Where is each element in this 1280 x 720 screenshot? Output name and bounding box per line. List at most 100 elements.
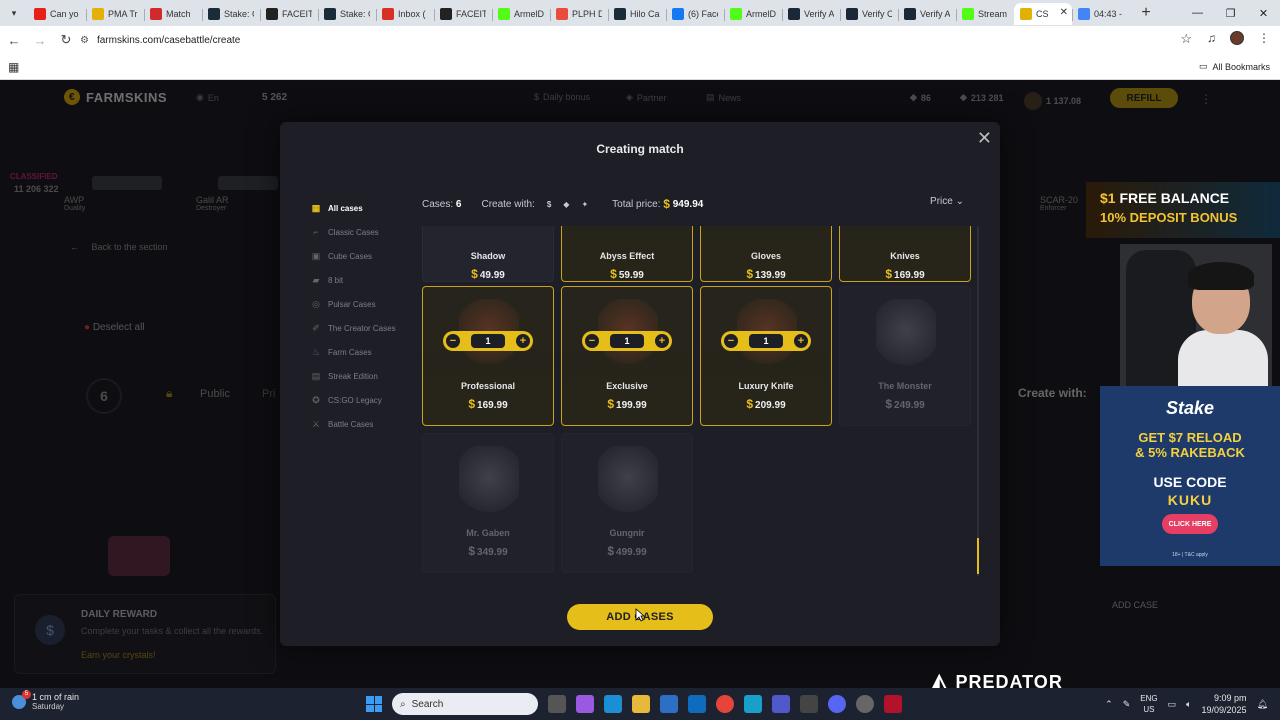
dota-icon[interactable]: [884, 695, 902, 713]
deselect-all[interactable]: ● Deselect all: [84, 322, 145, 333]
category-item[interactable]: ▣ Cube Cases: [304, 244, 414, 268]
minimize-icon[interactable]: —: [1181, 0, 1214, 26]
new-tab-button[interactable]: +: [1134, 4, 1158, 22]
create-with-coin-icon[interactable]: ✦: [581, 200, 588, 209]
deposit-bonus-ad[interactable]: $1 FREE BALANCE 10% DEPOSIT BONUS: [1086, 182, 1280, 238]
scrollbar[interactable]: [977, 226, 979, 576]
browser-tab[interactable]: Can yo: [28, 3, 86, 25]
case-card[interactable]: Shadow $49.99: [422, 226, 554, 282]
category-item[interactable]: ♨ Farm Cases: [304, 340, 414, 364]
edge-icon[interactable]: [604, 695, 622, 713]
case-card[interactable]: Mr. Gaben $349.99: [422, 433, 554, 573]
category-item[interactable]: ▤ Streak Edition: [304, 364, 414, 388]
forward-icon[interactable]: →: [28, 28, 52, 52]
case-card[interactable]: Abyss Effect $59.99: [561, 226, 693, 282]
site-logo[interactable]: € FARMSKINS: [64, 89, 167, 105]
click-here-button[interactable]: CLICK HERE: [1162, 514, 1218, 534]
close-icon[interactable]: ✕: [977, 128, 992, 149]
case-card[interactable]: Exclusive $199.99 −1 +: [561, 286, 693, 426]
browser-tab[interactable]: Verify C: [840, 3, 898, 25]
chrome-icon[interactable]: [716, 695, 734, 713]
url-bar[interactable]: ⚙ farmskins.com/casebattle/create: [80, 29, 1200, 51]
stake-ad[interactable]: Stake GET $7 RELOAD & 5% RAKEBACK USE COD…: [1100, 386, 1280, 566]
public-toggle[interactable]: Public: [200, 388, 230, 400]
private-toggle[interactable]: Pri: [262, 388, 275, 400]
browser-tab[interactable]: Verify A: [898, 3, 956, 25]
category-item[interactable]: ✪ CS:GO Legacy: [304, 388, 414, 412]
system-clock[interactable]: 9:09 pm 19/09/2025: [1202, 692, 1247, 716]
browser-tab[interactable]: FACEIT: [434, 3, 492, 25]
back-icon[interactable]: ←: [2, 28, 26, 52]
sort-select[interactable]: Price ⌄: [930, 196, 964, 207]
add-case-label[interactable]: ADD CASE: [1112, 600, 1158, 610]
menu-icon[interactable]: ⋮: [1258, 31, 1270, 45]
pen-icon[interactable]: ✎: [1123, 699, 1131, 710]
browser-tab[interactable]: Stream: [956, 3, 1014, 25]
plus-icon[interactable]: +: [516, 334, 530, 348]
minus-icon[interactable]: −: [724, 334, 738, 348]
browser-tab[interactable]: PMA Tr: [86, 3, 144, 25]
tab-close-icon[interactable]: ✕: [1060, 7, 1068, 18]
browser-tab[interactable]: ArmelD: [492, 3, 550, 25]
minus-icon[interactable]: −: [446, 334, 460, 348]
refill-button[interactable]: REFILL: [1110, 88, 1178, 108]
taskbar-search[interactable]: ⌕ Search: [392, 693, 538, 715]
browser-tab[interactable]: (6) Face: [666, 3, 724, 25]
category-item[interactable]: ⚔ Battle Cases: [304, 412, 414, 436]
create-with-balance-icon[interactable]: $: [547, 200, 551, 209]
windows-start-icon[interactable]: [366, 696, 382, 712]
restore-icon[interactable]: ❐: [1214, 0, 1247, 26]
back-to-section[interactable]: ← Back to the section: [70, 242, 168, 252]
case-card[interactable]: Professional $169.99 −1 +: [422, 286, 554, 426]
browser-tab[interactable]: Stake: C: [202, 3, 260, 25]
more-menu-icon[interactable]: ⋮: [1200, 92, 1212, 106]
display-icon[interactable]: ▭: [1168, 699, 1177, 710]
profile-avatar[interactable]: [1230, 31, 1244, 45]
browser-tab[interactable]: Match: [144, 3, 202, 25]
reload-icon[interactable]: ↻: [54, 28, 78, 52]
all-bookmarks[interactable]: ▭ All Bookmarks: [1199, 61, 1270, 72]
case-card[interactable]: Luxury Knife $209.99 −1 +: [700, 286, 832, 426]
plus-icon[interactable]: +: [794, 334, 808, 348]
store-icon[interactable]: [660, 695, 678, 713]
language-indicator[interactable]: ENG US: [1140, 693, 1157, 715]
apps-grid-icon[interactable]: ▦: [8, 60, 19, 74]
notification-icon[interactable]: 🔔︎: [1257, 699, 1268, 710]
quantity-value[interactable]: 1: [610, 334, 644, 348]
category-item[interactable]: ▦ All cases: [304, 196, 414, 220]
language-select[interactable]: ◉ En: [196, 92, 219, 103]
browser-tab[interactable]: PLPH D: [550, 3, 608, 25]
tab-search-icon[interactable]: ▾: [0, 0, 28, 26]
user-avatar[interactable]: [1024, 92, 1042, 110]
capcut-icon[interactable]: [800, 695, 818, 713]
daily-link[interactable]: Earn your crystals!: [81, 650, 156, 660]
task-view-icon[interactable]: [548, 695, 566, 713]
browser-tab[interactable]: Stake: C: [318, 3, 376, 25]
category-item[interactable]: ⌐ Classic Cases: [304, 220, 414, 244]
browser-tab[interactable]: Verify A: [782, 3, 840, 25]
category-item[interactable]: ▰ 8 bit: [304, 268, 414, 292]
category-item[interactable]: ✐ The Creator Cases: [304, 316, 414, 340]
bookmark-star-icon[interactable]: ☆: [1180, 31, 1192, 47]
volume-icon[interactable]: 🔈︎: [1186, 699, 1191, 710]
teams-icon[interactable]: [772, 695, 790, 713]
quantity-value[interactable]: 1: [471, 334, 505, 348]
browser-tab[interactable]: 04:43 -: [1072, 3, 1130, 25]
nav-news[interactable]: ▤ News: [706, 92, 741, 103]
case-card[interactable]: Gloves $139.99: [700, 226, 832, 282]
browser-tab[interactable]: ArmelD: [724, 3, 782, 25]
scrollbar-thumb[interactable]: [977, 538, 979, 574]
close-window-icon[interactable]: ✕: [1247, 0, 1280, 26]
nav-daily-bonus[interactable]: $ Daily bonus: [534, 92, 590, 102]
minus-icon[interactable]: −: [585, 334, 599, 348]
file-explorer-icon[interactable]: [632, 695, 650, 713]
case-card[interactable]: Gungnir $499.99: [561, 433, 693, 573]
plus-icon[interactable]: +: [655, 334, 669, 348]
media-icon[interactable]: ♫: [1207, 31, 1216, 45]
nav-partner[interactable]: ◈ Partner: [626, 92, 666, 103]
create-with-crystal-icon[interactable]: ◆: [563, 200, 569, 209]
quantity-value[interactable]: 1: [749, 334, 783, 348]
settings-icon[interactable]: [856, 695, 874, 713]
weather-widget[interactable]: 5 1 cm of rain Saturday: [12, 690, 79, 711]
daily-reward-panel[interactable]: $ DAILY REWARD Complete your tasks & col…: [14, 594, 276, 674]
